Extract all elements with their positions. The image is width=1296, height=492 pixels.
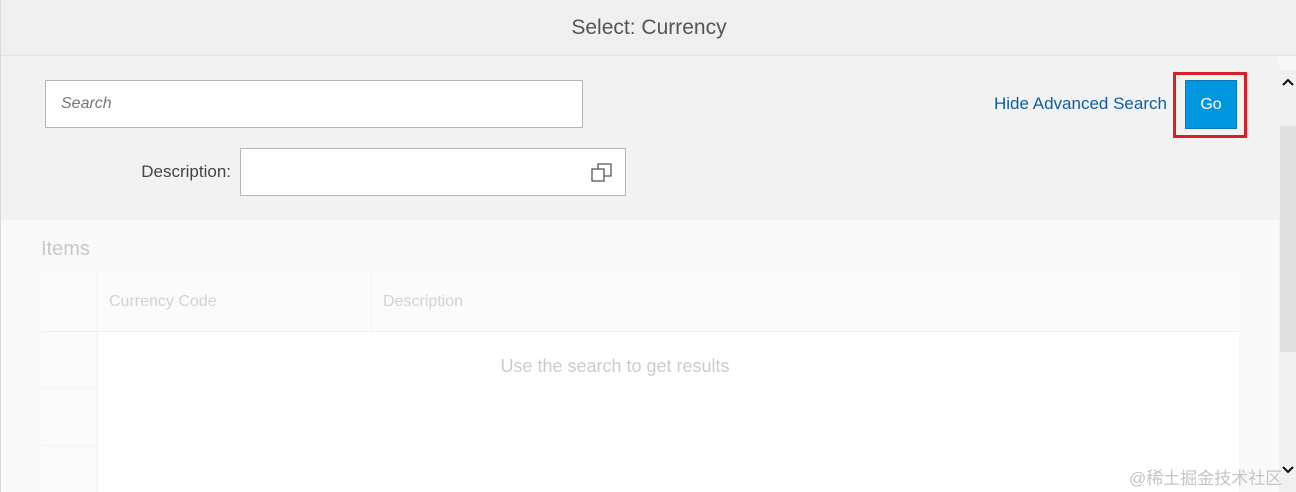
items-title: Items — [41, 238, 90, 260]
value-help-icon[interactable] — [591, 163, 613, 183]
column-header-currency-code[interactable]: Currency Code — [98, 272, 372, 332]
go-button[interactable]: Go — [1185, 80, 1237, 129]
description-field[interactable] — [240, 148, 626, 196]
select-currency-dialog: Select: Currency Hide Advanced Search Go… — [0, 0, 1296, 492]
row-selector[interactable] — [41, 446, 98, 492]
vertical-scrollbar[interactable] — [1279, 70, 1296, 492]
table-header: Currency Code Description — [41, 272, 1239, 332]
dialog-title: Select: Currency — [571, 15, 727, 39]
row-selector[interactable] — [41, 389, 98, 446]
description-input[interactable] — [241, 149, 581, 195]
select-all-column[interactable] — [41, 272, 98, 332]
watermark: @稀土掘金技术社区 — [1129, 469, 1283, 488]
items-table: Currency Code Description — [41, 272, 1239, 492]
no-data-text: Use the search to get results — [500, 356, 730, 376]
column-header-description[interactable]: Description — [372, 272, 1239, 332]
description-label: Description: — [141, 162, 231, 181]
dialog-header: Select: Currency — [1, 0, 1296, 56]
results-area: Items Currency Code Description Use the … — [1, 220, 1279, 492]
search-input[interactable] — [46, 81, 582, 127]
hide-advanced-search-link[interactable]: Hide Advanced Search — [994, 94, 1167, 114]
filter-bar: Hide Advanced Search Go Description: — [1, 56, 1279, 220]
scrollbar-thumb[interactable] — [1280, 126, 1296, 352]
search-field[interactable] — [45, 80, 583, 128]
chevron-up-icon[interactable] — [1279, 74, 1296, 90]
